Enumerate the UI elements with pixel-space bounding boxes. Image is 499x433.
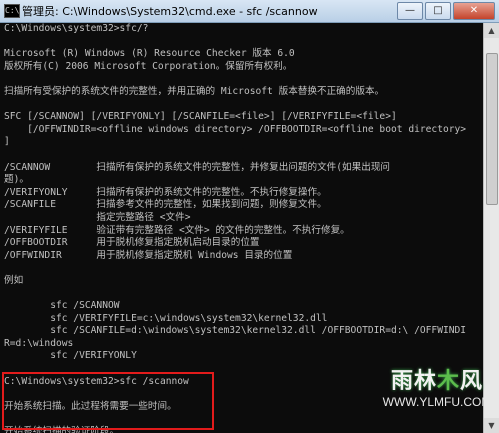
console-line: R=d:\windows <box>4 337 74 349</box>
maximize-button[interactable]: □ <box>425 2 451 20</box>
window-title: 管理员: C:\Windows\System32\cmd.exe - sfc /… <box>22 5 318 18</box>
console-line: sfc /VERIFYFILE=c:\windows\system32\kern… <box>4 312 328 324</box>
scrollbar-thumb[interactable] <box>486 53 498 205</box>
console-line: 指定完整路径 <文件> <box>4 211 191 223</box>
console-line: C:\Windows\system32>sfc/? <box>4 23 149 34</box>
console-line: ] <box>4 136 10 148</box>
console-line: /OFFBOOTDIR 用于脱机修复指定脱机启动目录的位置 <box>4 237 260 249</box>
minimize-button[interactable]: — <box>397 2 423 20</box>
watermark-logo: 雨林木风 WWW.YLMFU.COM <box>381 363 493 427</box>
console-line: sfc /SCANFILE=d:\windows\system32\kernel… <box>4 325 467 337</box>
close-button[interactable]: ✕ <box>453 2 495 20</box>
console-line: sfc /VERIFYONLY <box>4 350 137 362</box>
console-line: /VERIFYFILE 验证带有完整路径 <文件> 的文件的完整性。不执行修复。 <box>4 224 350 236</box>
console-line: /SCANFILE 扫描参考文件的完整性，如果找到问题，则修复文件。 <box>4 199 327 211</box>
console-line: 题)。 <box>4 174 29 186</box>
console-line: /VERIFYONLY 扫描所有保护的系统文件的完整性。不执行修复操作。 <box>4 186 327 198</box>
window-controls: — □ ✕ <box>397 2 495 20</box>
watermark-text-right: 风 <box>460 369 484 394</box>
console-line: /SCANNOW 扫描所有保护的系统文件的完整性，并修复出问题的文件(如果出现问 <box>4 161 391 173</box>
red-highlight-box <box>2 372 214 430</box>
watermark-url: WWW.YLMFU.COM <box>382 395 492 409</box>
title-bar: C:\ 管理员: C:\Windows\System32\cmd.exe - s… <box>0 0 499 23</box>
watermark-tree-icon: 木 <box>436 369 460 394</box>
console-line: 例如 <box>4 274 24 286</box>
console-line: SFC [/SCANNOW] [/VERIFYONLY] [/SCANFILE=… <box>4 111 397 123</box>
console-line: 版权所有(C) 2006 Microsoft Corporation。保留所有权… <box>4 60 293 72</box>
console-line: Microsoft (R) Windows (R) Resource Check… <box>4 48 295 60</box>
watermark-text-left: 雨林 <box>390 369 437 394</box>
cmd-icon: C:\ <box>4 4 20 18</box>
console-line: 扫描所有受保护的系统文件的完整性，并用正确的 Microsoft 版本替换不正确… <box>4 85 385 97</box>
console-line: sfc /SCANNOW <box>4 300 120 312</box>
scroll-up-arrow-icon[interactable]: ▲ <box>484 23 499 38</box>
console-line: [/OFFWINDIR=<offline windows directory> … <box>4 123 467 135</box>
console-line: /OFFWINDIR 用于脱机修复指定脱机 Windows 目录的位置 <box>4 249 293 261</box>
